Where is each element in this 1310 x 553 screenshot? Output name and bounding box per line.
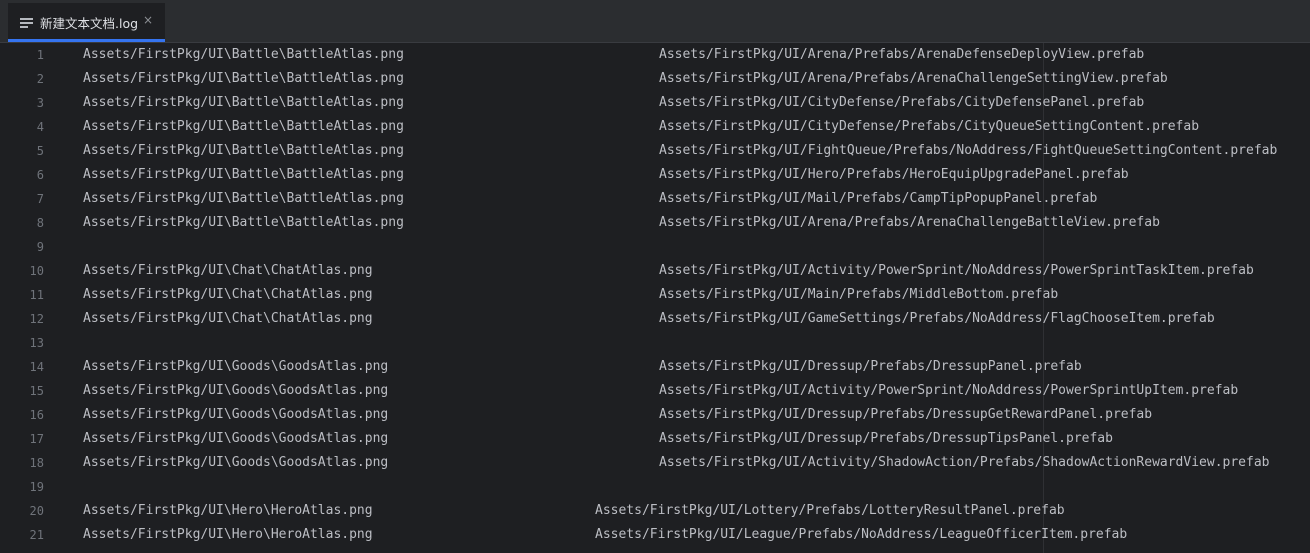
editor-line[interactable]: 3 Assets/FirstPkg/UI\Battle\BattleAtlas.p… — [0, 91, 1310, 115]
line-number: 8 — [36, 216, 44, 230]
line-number: 5 — [36, 144, 44, 158]
tab-bar: 新建文本文档.log × — [0, 0, 1310, 43]
editor-line[interactable]: 13 — [0, 331, 1310, 355]
prefab-path: Assets/FirstPkg/UI/Arena/Prefabs/ArenaCh… — [659, 215, 1160, 230]
editor-line[interactable]: 1 Assets/FirstPkg/UI\Battle\BattleAtlas.p… — [0, 43, 1310, 67]
atlas-path: Assets/FirstPkg/UI\Goods\GoodsAtlas.png — [83, 383, 389, 398]
editor-window: 新建文本文档.log × 1 Assets/FirstPkg/UI\Battle\… — [0, 0, 1310, 553]
editor-line[interactable]: 15 Assets/FirstPkg/UI\Goods\GoodsAtlas.pn… — [0, 379, 1310, 403]
editor-line[interactable]: 19 — [0, 475, 1310, 499]
prefab-path: Assets/FirstPkg/UI/Activity/PowerSprint/… — [659, 383, 1239, 398]
editor-line[interactable]: 11 Assets/FirstPkg/UI\Chat\ChatAtlas.png A… — [0, 283, 1310, 307]
line-number: 16 — [29, 408, 44, 422]
prefab-path: Assets/FirstPkg/UI/Main/Prefabs/MiddleBo… — [659, 287, 1059, 302]
text-file-icon — [20, 17, 34, 29]
prefab-path: Assets/FirstPkg/UI/Arena/Prefabs/ArenaDe… — [659, 47, 1145, 62]
atlas-path: Assets/FirstPkg/UI\Chat\ChatAtlas.png — [83, 263, 373, 278]
atlas-path: Assets/FirstPkg/UI\Chat\ChatAtlas.png — [83, 287, 373, 302]
line-number: 9 — [36, 240, 44, 254]
prefab-path: Assets/FirstPkg/UI/Dressup/Prefabs/Dress… — [659, 359, 1082, 374]
line-number: 10 — [29, 264, 44, 278]
prefab-path: Assets/FirstPkg/UI/Dressup/Prefabs/Dress… — [659, 431, 1113, 446]
line-number: 2 — [36, 72, 44, 86]
atlas-path: Assets/FirstPkg/UI\Goods\GoodsAtlas.png — [83, 455, 389, 470]
editor-line[interactable]: 5 Assets/FirstPkg/UI\Battle\BattleAtlas.p… — [0, 139, 1310, 163]
line-number: 15 — [29, 384, 44, 398]
editor-line[interactable]: 2 Assets/FirstPkg/UI\Battle\BattleAtlas.p… — [0, 67, 1310, 91]
atlas-path: Assets/FirstPkg/UI\Goods\GoodsAtlas.png — [83, 431, 389, 446]
line-number: 1 — [36, 48, 44, 62]
prefab-path: Assets/FirstPkg/UI/CityDefense/Prefabs/C… — [659, 95, 1145, 110]
line-number: 6 — [36, 168, 44, 182]
prefab-path: Assets/FirstPkg/UI/Activity/ShadowAction… — [659, 455, 1270, 470]
prefab-path: Assets/FirstPkg/UI/Hero/Prefabs/HeroEqui… — [659, 167, 1129, 182]
editor-line[interactable]: 4 Assets/FirstPkg/UI\Battle\BattleAtlas.p… — [0, 115, 1310, 139]
prefab-path: Assets/FirstPkg/UI/CityDefense/Prefabs/C… — [659, 119, 1200, 134]
line-number: 12 — [29, 312, 44, 326]
editor-line[interactable]: 20 Assets/FirstPkg/UI\Hero\HeroAtlas.png A… — [0, 499, 1310, 523]
atlas-path: Assets/FirstPkg/UI\Battle\BattleAtlas.pn… — [83, 95, 404, 110]
editor-line[interactable]: 18 Assets/FirstPkg/UI\Goods\GoodsAtlas.pn… — [0, 451, 1310, 475]
editor-line[interactable]: 7 Assets/FirstPkg/UI\Battle\BattleAtlas.p… — [0, 187, 1310, 211]
editor-line[interactable]: 17 Assets/FirstPkg/UI\Goods\GoodsAtlas.pn… — [0, 427, 1310, 451]
line-number: 20 — [29, 504, 44, 518]
editor-line[interactable]: 6 Assets/FirstPkg/UI\Battle\BattleAtlas.p… — [0, 163, 1310, 187]
atlas-path: Assets/FirstPkg/UI\Goods\GoodsAtlas.png — [83, 407, 389, 422]
editor-line[interactable]: 16 Assets/FirstPkg/UI\Goods\GoodsAtlas.pn… — [0, 403, 1310, 427]
tab-title: 新建文本文档.log — [40, 16, 139, 31]
editor-line[interactable]: 10 Assets/FirstPkg/UI\Chat\ChatAtlas.png A… — [0, 259, 1310, 283]
atlas-path: Assets/FirstPkg/UI\Chat\ChatAtlas.png — [83, 311, 373, 326]
atlas-path: Assets/FirstPkg/UI\Hero\HeroAtlas.png — [83, 527, 373, 542]
line-number: 13 — [29, 336, 44, 350]
prefab-path: Assets/FirstPkg/UI/Arena/Prefabs/ArenaCh… — [659, 71, 1168, 86]
atlas-path: Assets/FirstPkg/UI\Goods\GoodsAtlas.png — [83, 359, 389, 374]
atlas-path: Assets/FirstPkg/UI\Battle\BattleAtlas.pn… — [83, 191, 404, 206]
editor-line[interactable]: 12 Assets/FirstPkg/UI\Chat\ChatAtlas.png A… — [0, 307, 1310, 331]
prefab-path: Assets/FirstPkg/UI/Lottery/Prefabs/Lotte… — [595, 503, 1065, 518]
editor-line[interactable]: 9 — [0, 235, 1310, 259]
line-number: 4 — [36, 120, 44, 134]
line-number: 7 — [36, 192, 44, 206]
close-icon[interactable]: × — [143, 13, 153, 27]
prefab-path: Assets/FirstPkg/UI/Mail/Prefabs/CampTipP… — [659, 191, 1098, 206]
line-number: 3 — [36, 96, 44, 110]
atlas-path: Assets/FirstPkg/UI\Battle\BattleAtlas.pn… — [83, 167, 404, 182]
prefab-path: Assets/FirstPkg/UI/FightQueue/Prefabs/No… — [659, 143, 1278, 158]
line-number: 18 — [29, 456, 44, 470]
editor-line[interactable]: 14 Assets/FirstPkg/UI\Goods\GoodsAtlas.pn… — [0, 355, 1310, 379]
atlas-path: Assets/FirstPkg/UI\Battle\BattleAtlas.pn… — [83, 47, 404, 62]
atlas-path: Assets/FirstPkg/UI\Battle\BattleAtlas.pn… — [83, 71, 404, 86]
atlas-path: Assets/FirstPkg/UI\Battle\BattleAtlas.pn… — [83, 215, 404, 230]
prefab-path: Assets/FirstPkg/UI/League/Prefabs/NoAddr… — [595, 527, 1128, 542]
editor-line[interactable]: 8 Assets/FirstPkg/UI\Battle\BattleAtlas.p… — [0, 211, 1310, 235]
prefab-path: Assets/FirstPkg/UI/GameSettings/Prefabs/… — [659, 311, 1215, 326]
line-number: 11 — [29, 288, 44, 302]
atlas-path: Assets/FirstPkg/UI\Battle\BattleAtlas.pn… — [83, 143, 404, 158]
atlas-path: Assets/FirstPkg/UI\Battle\BattleAtlas.pn… — [83, 119, 404, 134]
tab-log-file[interactable]: 新建文本文档.log × — [8, 3, 165, 42]
prefab-path: Assets/FirstPkg/UI/Dressup/Prefabs/Dress… — [659, 407, 1153, 422]
line-number: 21 — [29, 528, 44, 542]
line-number: 14 — [29, 360, 44, 374]
editor-line[interactable]: 21 Assets/FirstPkg/UI\Hero\HeroAtlas.png A… — [0, 523, 1310, 547]
prefab-path: Assets/FirstPkg/UI/Activity/PowerSprint/… — [659, 263, 1254, 278]
text-editor[interactable]: 1 Assets/FirstPkg/UI\Battle\BattleAtlas.p… — [0, 43, 1310, 553]
line-number: 17 — [29, 432, 44, 446]
line-number: 19 — [29, 480, 44, 494]
atlas-path: Assets/FirstPkg/UI\Hero\HeroAtlas.png — [83, 503, 373, 518]
